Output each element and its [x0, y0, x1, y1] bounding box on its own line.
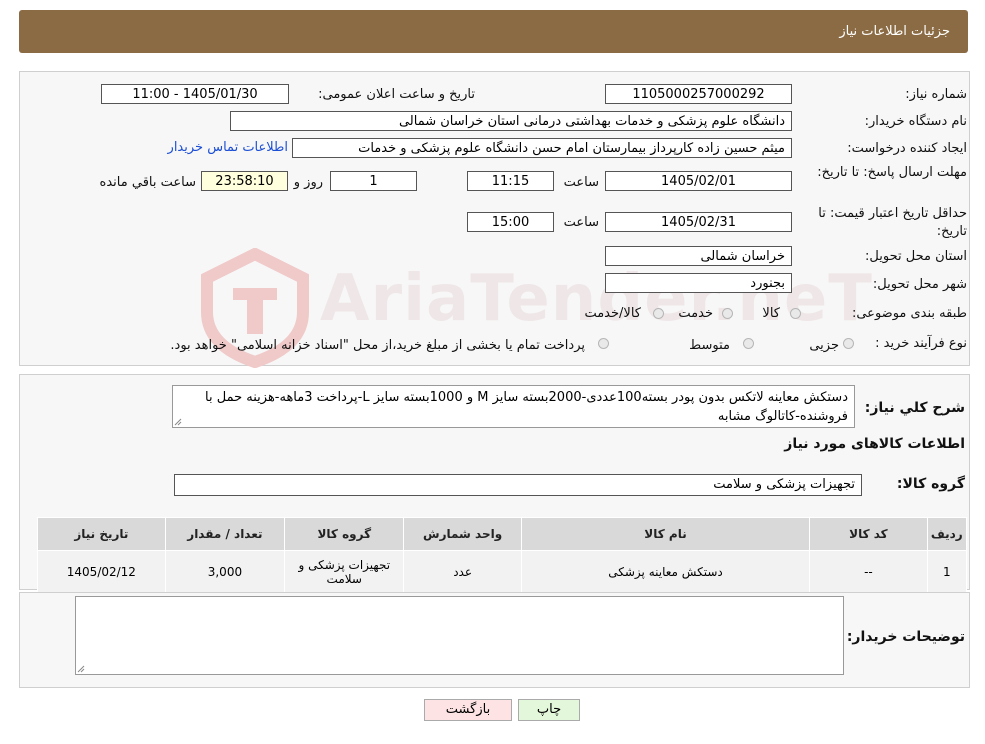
- announce-datetime-field: 1405/01/30 - 11:00: [101, 84, 289, 104]
- category-radio-service[interactable]: [722, 308, 733, 319]
- price-validity-date: 1405/02/31: [605, 212, 792, 232]
- requester-field: میثم حسین زاده کارپرداز بیمارستان امام ح…: [292, 138, 792, 158]
- price-validity-label-text: حداقل تاریخ اعتبار قیمت: تا تاریخ:: [818, 206, 967, 239]
- col-unit: واحد شمارش: [403, 517, 522, 551]
- cell-item-code: --: [809, 550, 928, 594]
- need-number-field: 1105000257000292: [605, 84, 792, 104]
- province-label: استان محل تحویل:: [865, 249, 967, 264]
- category-option-service: خدمت: [678, 306, 713, 321]
- page-title: جزئیات اطلاعات نیاز: [839, 24, 950, 39]
- price-validity-time-label: ساعت: [563, 215, 599, 230]
- description-label: شرح کلي نياز:: [864, 400, 965, 416]
- col-item-group: گروه کالا: [284, 517, 405, 551]
- requester-label: ایجاد کننده درخواست:: [847, 141, 967, 156]
- buyer-org-field: دانشگاه علوم پزشکی و خدمات بهداشتی درمان…: [230, 111, 792, 131]
- province-field: خراسان شمالی: [605, 246, 792, 266]
- cell-item-group: تجهیزات پزشکی و سلامت: [284, 550, 405, 594]
- table-row: 1 -- دستکش معاینه پزشکی عدد تجهیزات پزشک…: [37, 550, 968, 594]
- buyer-org-label: نام دستگاه خریدار:: [864, 114, 967, 129]
- page-header: جزئیات اطلاعات نیاز: [19, 10, 968, 53]
- col-row-number: ردیف: [926, 517, 968, 551]
- send-deadline-label-text: مهلت ارسال پاسخ: تا تاریخ:: [817, 165, 967, 180]
- purchase-type-radio-minor[interactable]: [843, 338, 854, 349]
- description-textarea[interactable]: دستکش معاینه لاتکس بدون پودر بسته100عددی…: [172, 385, 855, 428]
- col-item-name: نام کالا: [520, 517, 811, 551]
- category-label: طبقه بندی موضوعی:: [851, 306, 967, 321]
- description-text: دستکش معاینه لاتکس بدون پودر بسته100عددی…: [205, 390, 848, 424]
- purchase-type-option-minor: جزیی: [809, 338, 839, 353]
- col-need-date: تاریخ نیاز: [37, 517, 166, 551]
- purchase-type-radio-treasury[interactable]: [598, 338, 609, 349]
- purchase-type-radio-medium[interactable]: [743, 338, 754, 349]
- days-label: روز و: [293, 175, 323, 190]
- cell-row-number: 1: [926, 550, 968, 594]
- buyer-contact-link[interactable]: اطلاعات تماس خریدار: [168, 140, 288, 155]
- table-header-row: ردیف کد کالا نام کالا واحد شمارش گروه کا…: [37, 517, 968, 551]
- resize-grip-icon[interactable]: [174, 418, 182, 426]
- cell-item-name: دستکش معاینه پزشکی: [520, 550, 811, 594]
- goods-group-label: گروه کالا:: [896, 476, 965, 492]
- send-deadline-label: مهلت ارسال پاسخ: تا تاریخ:: [807, 164, 967, 182]
- time-remaining-label: ساعت باقي مانده: [99, 175, 196, 190]
- city-field: بجنورد: [605, 273, 792, 293]
- buyer-notes-label: توضیحات خریدار:: [846, 629, 965, 645]
- resize-grip-icon[interactable]: [77, 665, 85, 673]
- cell-quantity: 3,000: [164, 550, 286, 594]
- days-remaining-field: 1: [330, 171, 417, 191]
- col-quantity: تعداد / مقدار: [164, 517, 286, 551]
- print-button[interactable]: چاپ: [518, 699, 580, 721]
- price-validity-label: حداقل تاریخ اعتبار قیمت: تا تاریخ:: [807, 205, 967, 241]
- category-radio-goods[interactable]: [790, 308, 801, 319]
- send-deadline-time-label: ساعت: [563, 175, 599, 190]
- buyer-notes-textarea[interactable]: [75, 596, 844, 675]
- items-table: ردیف کد کالا نام کالا واحد شمارش گروه کا…: [37, 517, 968, 594]
- send-deadline-date: 1405/02/01: [605, 171, 792, 191]
- need-number-label: شماره نیاز:: [905, 87, 967, 102]
- col-item-code: کد کالا: [809, 517, 928, 551]
- city-label: شهر محل تحویل:: [872, 277, 967, 292]
- cell-unit: عدد: [403, 550, 522, 594]
- purchase-type-option-medium: متوسط: [689, 338, 730, 353]
- purchase-type-label: نوع فرآیند خرید :: [875, 336, 967, 351]
- goods-group-field: تجهیزات پزشکی و سلامت: [174, 474, 862, 496]
- time-remaining-field: 23:58:10: [201, 171, 288, 191]
- category-option-goods-service: کالا/خدمت: [584, 306, 641, 321]
- send-deadline-time: 11:15: [467, 171, 554, 191]
- cell-need-date: 1405/02/12: [37, 550, 166, 594]
- price-validity-time: 15:00: [467, 212, 554, 232]
- back-button[interactable]: بازگشت: [424, 699, 512, 721]
- treasury-note: پرداخت تمام یا بخشی از مبلغ خرید،از محل …: [170, 338, 585, 353]
- category-radio-goods-service[interactable]: [653, 308, 664, 319]
- goods-section-title: اطلاعات کالاهای مورد نیاز: [784, 436, 965, 452]
- announce-datetime-label: تاریخ و ساعت اعلان عمومی:: [318, 87, 475, 102]
- category-option-goods: کالا: [762, 306, 780, 321]
